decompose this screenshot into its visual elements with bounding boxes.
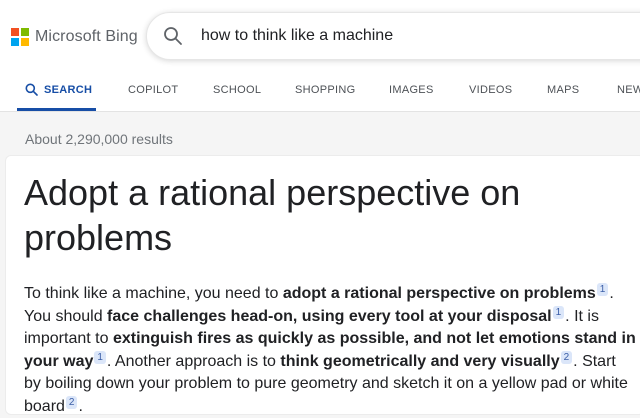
search-icon (25, 83, 38, 99)
answer-text: To think like a machine, you need to ado… (24, 283, 636, 418)
header: Microsoft Bing SEARCH COPILOT SCHOOL (0, 0, 640, 112)
tab-videos[interactable]: VIDEOS (469, 78, 512, 111)
citation-badge[interactable]: 2 (560, 350, 573, 364)
answer-highlight: face challenges head-on, using every too… (107, 307, 552, 325)
search-input[interactable] (201, 27, 561, 45)
tab-school[interactable]: SCHOOL (213, 78, 261, 111)
tab-copilot[interactable]: COPILOT (128, 78, 178, 111)
tab-label: MAPS (547, 84, 580, 96)
tab-label: NEW (617, 84, 640, 96)
answer-title: Adopt a rational perspective on problems (24, 172, 521, 258)
tab-images[interactable]: IMAGES (389, 78, 434, 111)
search-box[interactable] (146, 12, 640, 60)
citation-badge[interactable]: 1 (596, 283, 609, 296)
brand-name: Microsoft Bing (35, 28, 138, 45)
answer-text-segment: . Another approach is to (106, 352, 281, 370)
citation-badge[interactable]: 1 (552, 305, 565, 319)
tab-label: COPILOT (128, 84, 179, 96)
answer-text-segment: To think like a machine, you need to (24, 285, 283, 302)
tab-news[interactable]: NEW (617, 78, 640, 111)
citation-badge[interactable]: 1 (94, 350, 106, 364)
bing-logo[interactable]: Microsoft Bing (11, 28, 138, 46)
tab-label: IMAGES (389, 84, 434, 96)
microsoft-logo-icon (11, 28, 29, 46)
tab-maps[interactable]: MAPS (547, 78, 579, 111)
answer-highlight: adopt a rational perspective on problems (282, 285, 596, 302)
tab-label: VIDEOS (469, 84, 513, 96)
tab-label: SEARCH (44, 84, 93, 96)
search-icon[interactable] (161, 24, 185, 48)
citation-badge[interactable]: 2 (65, 395, 78, 409)
tab-label: SCHOOL (213, 84, 262, 96)
results-count: About 2,290,000 results (25, 131, 173, 147)
tab-search[interactable]: SEARCH (17, 78, 96, 111)
search-tabs: SEARCH COPILOT SCHOOL SHOPPING IMAGES VI… (0, 78, 640, 111)
answer-text-segment: . (78, 397, 83, 415)
answer-highlight: think geometrically and very visually (280, 352, 560, 370)
tab-label: SHOPPING (295, 84, 356, 96)
tab-shopping[interactable]: SHOPPING (295, 78, 355, 111)
